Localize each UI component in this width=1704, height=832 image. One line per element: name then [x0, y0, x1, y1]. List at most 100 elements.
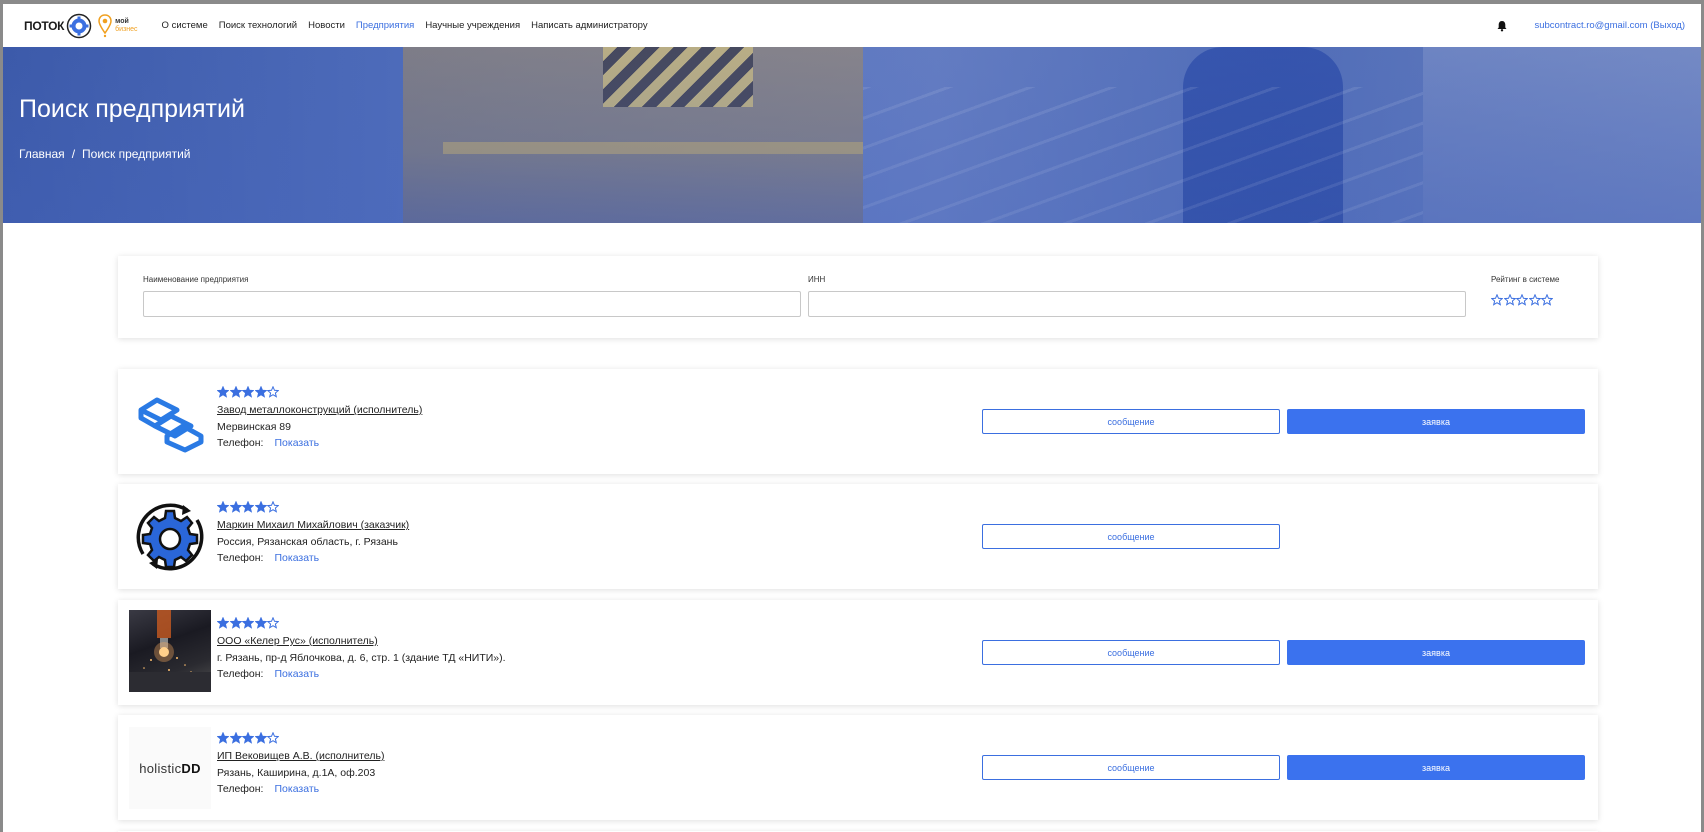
- rating-stars: [217, 501, 409, 513]
- star-filled-icon: [242, 617, 254, 629]
- company-card: ООО «Келер Рус» (исполнитель) г. Рязань,…: [118, 600, 1598, 705]
- star-empty-icon: [267, 732, 279, 744]
- breadcrumb-separator: /: [71, 147, 76, 161]
- star-empty-icon: [267, 501, 279, 513]
- logo-biz-text: мой бизнес: [115, 18, 137, 34]
- star-filled-icon: [217, 501, 229, 513]
- nav-item-about[interactable]: О системе: [162, 20, 208, 31]
- breadcrumb-current: Поиск предприятий: [82, 147, 191, 161]
- company-card: Завод металлоконструкций (исполнитель) М…: [118, 369, 1598, 474]
- company-name-input[interactable]: [143, 291, 801, 317]
- message-button[interactable]: сообщение: [982, 755, 1280, 780]
- message-button[interactable]: сообщение: [982, 409, 1280, 434]
- company-name-link[interactable]: Маркин Михаил Михайлович (заказчик): [217, 519, 409, 531]
- nav-item-science[interactable]: Научные учреждения: [425, 20, 520, 31]
- request-button[interactable]: заявка: [1287, 755, 1585, 780]
- holisticdd-logo: holisticDD: [129, 727, 211, 809]
- user-logout-link[interactable]: subcontract.ro@gmail.com (Выход): [1534, 20, 1685, 31]
- logo-text-light: holistic: [139, 760, 182, 776]
- star-filled-icon: [254, 386, 267, 398]
- star-filled-icon: [217, 386, 229, 398]
- nav-item-news[interactable]: Новости: [308, 20, 345, 31]
- rating-filter-star-icon[interactable]: [1516, 294, 1528, 306]
- nav-item-enterprises[interactable]: Предприятия: [356, 20, 414, 31]
- logo-biz-bottom: бизнес: [115, 25, 138, 33]
- phone-row: Телефон: Показать: [217, 668, 506, 680]
- breadcrumb-home[interactable]: Главная: [19, 147, 65, 161]
- hexagon-chain-icon: [129, 381, 211, 463]
- logo-text-bold: DD: [181, 760, 201, 776]
- company-name-link[interactable]: Завод металлоконструкций (исполнитель): [217, 404, 422, 416]
- company-info: ООО «Келер Рус» (исполнитель) г. Рязань,…: [217, 617, 506, 680]
- company-address: Мервинская 89: [217, 421, 291, 433]
- request-button[interactable]: заявка: [1287, 640, 1585, 665]
- company-card: holisticDD ИП Вековищев А.В. (исполнител…: [118, 715, 1598, 820]
- hero-overlay: [3, 47, 1701, 223]
- site-logo[interactable]: ПОТОК мой бизнес: [24, 4, 138, 47]
- company-name-label: Наименование предприятия: [143, 275, 249, 284]
- star-filled-icon: [229, 386, 242, 398]
- star-filled-icon: [254, 732, 267, 744]
- star-empty-icon: [267, 386, 279, 398]
- star-empty-icon: [267, 617, 279, 629]
- phone-row: Телефон: Показать: [217, 552, 409, 564]
- rating-filter-star-icon[interactable]: [1491, 294, 1503, 306]
- bell-icon[interactable]: [1496, 20, 1508, 32]
- main-nav: О системе Поиск технологий Новости Предп…: [162, 20, 659, 31]
- filter-panel: Наименование предприятия ИНН Рейтинг в с…: [118, 256, 1598, 338]
- page-title: Поиск предприятий: [19, 95, 245, 123]
- company-name-link[interactable]: ООО «Келер Рус» (исполнитель): [217, 635, 506, 647]
- inn-input[interactable]: [808, 291, 1466, 317]
- phone-row: Телефон: Показать: [217, 783, 384, 795]
- phone-label: Телефон:: [217, 668, 264, 680]
- inn-label: ИНН: [808, 275, 826, 284]
- page-frame: ПОТОК мой бизнес О системе Поиск техноло…: [3, 4, 1701, 832]
- logo-text: ПОТОК: [24, 18, 65, 33]
- star-filled-icon: [242, 501, 254, 513]
- company-info: Завод металлоконструкций (исполнитель) М…: [217, 386, 422, 449]
- company-info: Маркин Михаил Михайлович (заказчик) Росс…: [217, 501, 409, 564]
- nav-item-contact-admin[interactable]: Написать администратору: [531, 20, 648, 31]
- show-phone-link[interactable]: Показать: [274, 437, 319, 449]
- rating-filter-star-icon[interactable]: [1503, 294, 1516, 306]
- show-phone-link[interactable]: Показать: [274, 668, 319, 680]
- map-pin-icon: [98, 13, 112, 37]
- top-navbar: ПОТОК мой бизнес О системе Поиск техноло…: [3, 4, 1701, 47]
- star-filled-icon: [217, 732, 229, 744]
- nav-item-tech-search[interactable]: Поиск технологий: [219, 20, 297, 31]
- rating-stars: [217, 732, 384, 744]
- company-address: Россия, Рязанская область, г. Рязань: [217, 536, 398, 548]
- star-filled-icon: [229, 501, 242, 513]
- rating-filter-star-icon[interactable]: [1528, 294, 1541, 306]
- company-address: Рязань, Каширина, д.1А, оф.203: [217, 767, 376, 779]
- company-name-link[interactable]: ИП Вековищев А.В. (исполнитель): [217, 750, 384, 762]
- star-filled-icon: [229, 617, 242, 629]
- rating-filter-label: Рейтинг в системе: [1491, 275, 1560, 284]
- rating-stars: [217, 386, 422, 398]
- show-phone-link[interactable]: Показать: [274, 783, 319, 795]
- logo-gear-icon: [66, 13, 92, 38]
- phone-label: Телефон:: [217, 437, 264, 449]
- laser-cutting-photo: [129, 610, 211, 692]
- phone-label: Телефон:: [217, 783, 264, 795]
- hero-banner: Поиск предприятий Главная / Поиск предпр…: [3, 47, 1701, 223]
- message-button[interactable]: сообщение: [982, 524, 1280, 549]
- star-filled-icon: [254, 501, 267, 513]
- company-address: г. Рязань, пр-д Яблочкова, д. 6, стр. 1 …: [217, 652, 506, 664]
- request-button[interactable]: заявка: [1287, 409, 1585, 434]
- company-info: ИП Вековищев А.В. (исполнитель) Рязань, …: [217, 732, 384, 795]
- star-filled-icon: [229, 732, 242, 744]
- gear-cycle-icon: [129, 496, 211, 578]
- star-filled-icon: [217, 617, 229, 629]
- message-button[interactable]: сообщение: [982, 640, 1280, 665]
- show-phone-link[interactable]: Показать: [274, 552, 319, 564]
- logo-biz-top: мой: [115, 17, 129, 25]
- nav-right: subcontract.ro@gmail.com (Выход): [1496, 4, 1685, 47]
- company-card: Маркин Михаил Михайлович (заказчик) Росс…: [118, 484, 1598, 589]
- star-filled-icon: [254, 617, 267, 629]
- rating-filter-star-icon[interactable]: [1541, 294, 1553, 306]
- breadcrumb: Главная / Поиск предприятий: [19, 147, 190, 161]
- rating-filter-stars[interactable]: [1491, 294, 1554, 306]
- phone-label: Телефон:: [217, 552, 264, 564]
- holisticdd-logo-text: holisticDD: [139, 761, 201, 776]
